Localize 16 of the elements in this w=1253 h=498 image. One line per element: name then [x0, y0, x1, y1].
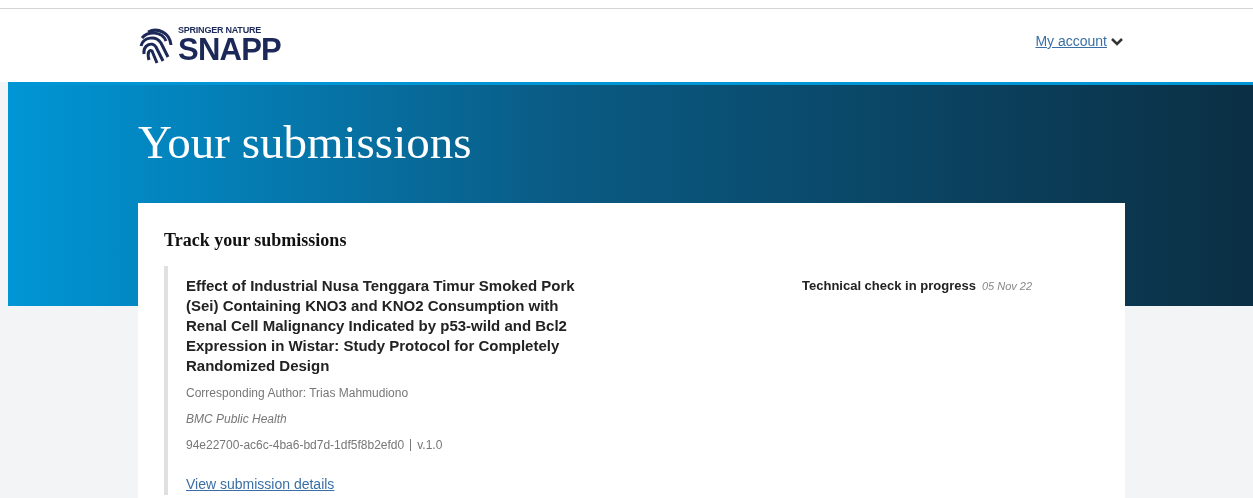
account-link[interactable]: My account [1035, 31, 1107, 52]
product-name: SNAPP [178, 35, 281, 65]
journal-name: BMC Public Health [186, 411, 288, 428]
submission-details-link[interactable]: View submission details [186, 474, 335, 495]
corresponding-author: Corresponding Author: Trias Mahmudiono [186, 385, 410, 402]
card-heading: Track your submissions [164, 229, 348, 252]
publisher-name: SPRINGER NATURE [178, 26, 262, 35]
version-label: v.1.0 [417, 437, 443, 454]
submission-title: Effect of Industrial Nusa Tenggara Timur Smoked Pork (Sei) Containing KNO3 and KNO2 Consumption with Renal Cell Malignancy Indicated by p53-wild and Bcl2 Expression in Wistar: Study Protocol for Completely Randomized Design [186, 276, 576, 376]
page-title: Your submissions [138, 119, 473, 166]
chevron-down-icon [1111, 37, 1123, 46]
submission-status: Technical check in progress [802, 277, 976, 295]
snapp-logo[interactable]: SPRINGER NATURE SNAPP [138, 26, 281, 65]
submission-id: 94e22700-ac6c-4ba6-bd7d-1df5f8b2efd0 [186, 437, 405, 454]
status-date: 05 Nov 22 [981, 279, 1033, 294]
fingerprint-logo-icon [138, 26, 174, 65]
